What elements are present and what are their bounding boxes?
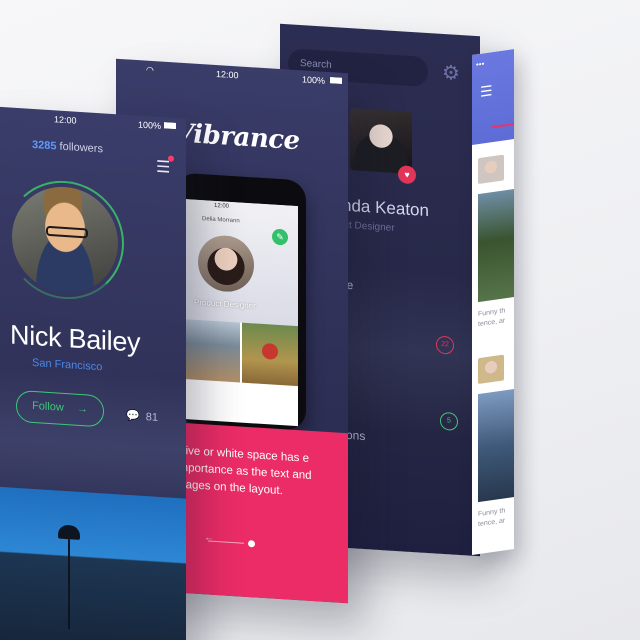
battery-icon [164,122,176,129]
profile-name: nda Keaton [342,195,429,221]
like-badge[interactable]: ♥ [398,165,416,185]
user-profile-screen: 12:00 100% 3285 followers ☰ Nick Bailey … [0,105,186,640]
cover-photo[interactable] [0,485,186,640]
signal-icon: ••• [476,59,485,70]
list-item-avatar[interactable] [478,354,504,385]
battery-level: 100% [302,74,326,86]
brand-logo: Vibrance [174,118,300,157]
menu-icon[interactable]: ☰ [480,82,493,101]
app-mockup-stage: Search ⚙ ♥ nda Keaton ct Designer de g 2… [0,0,640,640]
status-time: 12:00 [54,114,77,126]
phone-screen: 12:00 Delia Morrann ✎ Product Designer [184,198,298,427]
list-item-snippet: Funny th tence, ar [478,507,506,529]
back-arrow-icon[interactable]: ← [204,532,214,544]
arrow-right-icon: → [76,402,88,416]
followers-counter[interactable]: 3285 followers [32,139,103,155]
pager-dot[interactable] [248,540,255,548]
avatar [350,108,412,175]
followers-label: followers [59,140,103,156]
count-badge-red: 22 [436,335,454,355]
battery-icon [330,77,342,84]
comment-count: 81 [145,411,158,424]
profile-name: Nick Bailey [10,319,141,358]
glasses [46,225,88,239]
comment-counter[interactable]: 💬 81 [126,409,158,424]
edit-icon[interactable]: ✎ [272,228,288,246]
status-time: 12:00 [216,68,239,81]
lamp-shape [58,524,80,540]
follow-label: Follow [32,399,64,414]
onboarding-text: ative or white space has e importance as… [176,444,312,498]
profile-role: ct Designer [344,219,395,234]
list-item-photo[interactable] [478,189,514,303]
list-item-photo[interactable] [478,389,514,503]
list-header: ••• ☰ [472,49,514,145]
wifi-icon: ◠ [146,64,154,76]
count-badge-green: 5 [440,411,458,431]
gear-icon[interactable]: ⚙ [440,62,462,85]
phone-photo-road[interactable] [184,318,240,383]
notification-dot [168,155,174,162]
feed-list-screen: ••• ☰ Funny th tence, ar Funny th tence,… [472,49,514,555]
follow-button[interactable]: Follow → [16,389,104,428]
battery-level: 100% [138,119,162,132]
lamp-pole [68,539,70,630]
list-item-avatar[interactable] [478,154,504,185]
comment-icon: 💬 [126,409,140,423]
phone-photo-motocross[interactable] [242,322,298,387]
phone-status-time: 12:00 [214,202,230,210]
active-indicator [492,123,514,129]
list-item-snippet: Funny th tence, ar [478,307,506,329]
followers-count: 3285 [32,138,57,153]
phone-preview: 12:00 Delia Morrann ✎ Product Designer [176,172,306,431]
